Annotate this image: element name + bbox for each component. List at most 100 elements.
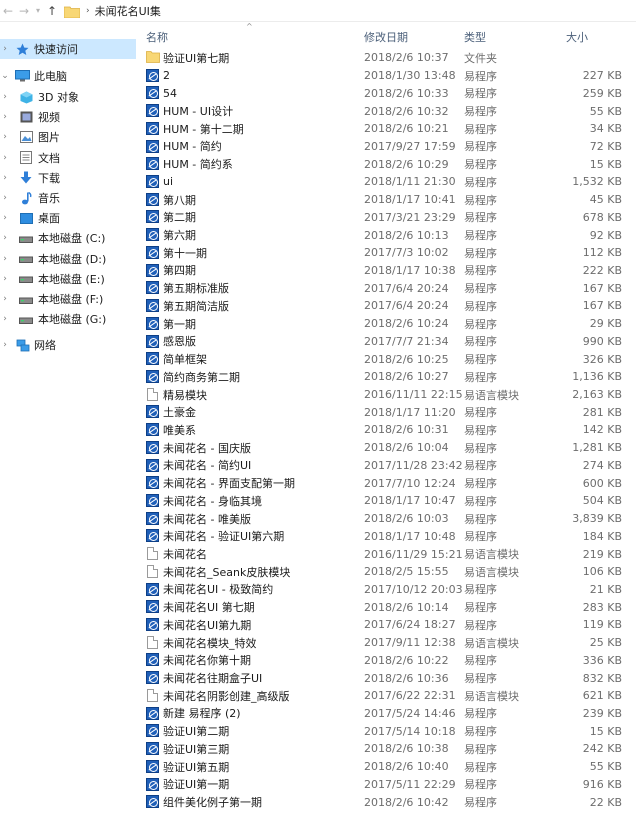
file-row[interactable]: 简单框架 2018/2/6 10:25 易程序 326 KB (140, 350, 636, 368)
chevron-right-icon[interactable]: › (0, 132, 10, 142)
file-date: 2018/2/6 10:04 (364, 441, 449, 455)
nav-item-4[interactable]: › 下载 (0, 168, 60, 188)
file-row[interactable]: 未闻花名_Seank皮肤模块 2018/2/5 15:55 易语言模块 106 KB (140, 563, 636, 581)
breadcrumb-current[interactable]: 未闻花名UI集 (95, 3, 161, 19)
chevron-down-icon[interactable]: ⌄ (0, 71, 10, 81)
file-date: 2018/2/6 10:37 (364, 51, 449, 65)
file-row[interactable]: 第八期 2018/1/17 10:41 易程序 45 KB (140, 191, 636, 209)
file-type: 易程序 (464, 158, 497, 172)
chevron-right-icon[interactable]: › (0, 193, 10, 203)
file-row[interactable]: 第一期 2018/2/6 10:24 易程序 29 KB (140, 315, 636, 333)
nav-item-label: 本地磁盘 (G:) (38, 313, 107, 327)
file-row[interactable]: 第四期 2018/1/17 10:38 易程序 222 KB (140, 262, 636, 280)
file-row[interactable]: 未闻花名阴影创建_高级版 2017/6/22 22:31 易语言模块 621 KB (140, 687, 636, 705)
nav-item-5[interactable]: › 音乐 (0, 188, 60, 208)
file-row[interactable]: 未闻花名 - 身临其境 2018/1/17 10:47 易程序 504 KB (140, 492, 636, 510)
file-date: 2018/2/6 10:36 (364, 671, 449, 685)
file-date: 2018/2/6 10:31 (364, 423, 449, 437)
file-date: 2018/1/17 10:48 (364, 529, 456, 543)
file-row[interactable]: 验证UI第二期 2017/5/14 10:18 易程序 15 KB (140, 722, 636, 740)
e-program-file-icon (146, 175, 159, 189)
nav-item-9[interactable]: › 本地磁盘 (E:) (0, 269, 105, 289)
file-row[interactable]: 第六期 2018/2/6 10:13 易程序 92 KB (140, 226, 636, 244)
file-row[interactable]: 第十一期 2017/7/3 10:02 易程序 112 KB (140, 244, 636, 262)
nav-item-11[interactable]: › 本地磁盘 (G:) (0, 309, 106, 329)
file-row[interactable]: 验证UI第五期 2018/2/6 10:40 易程序 55 KB (140, 758, 636, 776)
file-name: 精易模块 (163, 388, 207, 402)
nav-item-1[interactable]: › 视频 (0, 107, 60, 127)
chevron-right-icon[interactable]: › (0, 274, 10, 284)
file-type: 易程序 (464, 477, 497, 491)
file-row[interactable]: HUM - 第十二期 2018/2/6 10:21 易程序 34 KB (140, 120, 636, 138)
file-type: 易程序 (464, 618, 497, 632)
forward-button[interactable]: → (16, 0, 32, 22)
file-row[interactable]: 未闻花名 - 唯美版 2018/2/6 10:03 易程序 3,839 KB (140, 510, 636, 528)
up-button[interactable]: ↑ (44, 0, 60, 22)
chevron-right-icon[interactable]: › (0, 173, 10, 183)
file-size: 281 KB (582, 405, 622, 419)
file-row[interactable]: 未闻花名 - 验证UI第六期 2018/1/17 10:48 易程序 184 KB (140, 527, 636, 545)
chevron-right-icon[interactable]: › (0, 92, 10, 102)
file-row[interactable]: 未闻花名往期盒子UI 2018/2/6 10:36 易程序 832 KB (140, 669, 636, 687)
chevron-right-icon[interactable]: › (0, 294, 10, 304)
file-row[interactable]: 未闻花名UI - 极致简约 2017/10/12 20:03 易程序 21 KB (140, 581, 636, 599)
column-header-name[interactable]: 名称 (146, 26, 168, 48)
file-row[interactable]: 未闻花名 - 国庆版 2018/2/6 10:04 易程序 1,281 KB (140, 439, 636, 457)
file-row[interactable]: 第二期 2017/3/21 23:29 易程序 678 KB (140, 208, 636, 226)
file-row[interactable]: 54 2018/2/6 10:33 易程序 259 KB (140, 84, 636, 102)
column-header-type[interactable]: 类型 (464, 26, 486, 48)
file-row[interactable]: ui 2018/1/11 21:30 易程序 1,532 KB (140, 173, 636, 191)
file-row[interactable]: 新建 易程序 (2) 2017/5/24 14:46 易程序 239 KB (140, 705, 636, 723)
column-header-date[interactable]: 修改日期 (364, 26, 408, 48)
file-type: 易程序 (464, 654, 497, 668)
nav-item-7[interactable]: › 本地磁盘 (C:) (0, 228, 105, 248)
chevron-right-icon[interactable]: › (0, 112, 10, 122)
file-row[interactable]: 精易模块 2016/11/11 22:15 易语言模块 2,163 KB (140, 386, 636, 404)
nav-this-pc[interactable]: ⌄ 此电脑 (0, 66, 67, 86)
file-row[interactable]: 组件美化例子第一期 2018/2/6 10:42 易程序 22 KB (140, 793, 636, 811)
file-row[interactable]: 未闻花名UI 第七期 2018/2/6 10:14 易程序 283 KB (140, 598, 636, 616)
file-row[interactable]: 第五期简洁版 2017/6/4 20:24 易程序 167 KB (140, 297, 636, 315)
file-row[interactable]: 验证UI第七期 2018/2/6 10:37 文件夹 (140, 49, 636, 67)
e-program-file-icon (146, 139, 159, 153)
file-row[interactable]: HUM - 简约 2017/9/27 17:59 易程序 72 KB (140, 138, 636, 156)
e-program-file-icon (146, 68, 159, 82)
file-row[interactable]: 唯美系 2018/2/6 10:31 易程序 142 KB (140, 421, 636, 439)
file-row[interactable]: 第五期标准版 2017/6/4 20:24 易程序 167 KB (140, 279, 636, 297)
file-row[interactable]: HUM - UI设计 2018/2/6 10:32 易程序 55 KB (140, 102, 636, 120)
chevron-right-icon[interactable]: › (0, 233, 10, 243)
recent-locations-button[interactable]: ▾ (32, 0, 44, 22)
nav-item-0[interactable]: › 3D 对象 (0, 87, 79, 107)
chevron-right-icon[interactable]: › (0, 213, 10, 223)
back-button[interactable]: ← (0, 0, 16, 22)
file-row[interactable]: 验证UI第一期 2017/5/11 22:29 易程序 916 KB (140, 776, 636, 794)
file-row[interactable]: 未闻花名 - 界面支配第一期 2017/7/10 12:24 易程序 600 KB (140, 474, 636, 492)
file-name: 第五期简洁版 (163, 299, 229, 313)
file-row[interactable]: 感恩版 2017/7/7 21:34 易程序 990 KB (140, 333, 636, 351)
chevron-right-icon[interactable]: › (0, 314, 10, 324)
nav-item-2[interactable]: › 图片 (0, 127, 60, 147)
chevron-right-icon[interactable]: › (0, 44, 10, 54)
file-row[interactable]: 未闻花名UI第九期 2017/6/24 18:27 易程序 119 KB (140, 616, 636, 634)
file-date: 2018/2/6 10:27 (364, 370, 449, 384)
nav-network[interactable]: › 网络 (0, 335, 56, 355)
file-row[interactable]: 2 2018/1/30 13:48 易程序 227 KB (140, 67, 636, 85)
nav-quick-access[interactable]: › 快速访问 (0, 39, 136, 59)
column-header-size[interactable]: 大小 (566, 26, 588, 48)
file-row[interactable]: 未闻花名模块_特效 2017/9/11 12:38 易语言模块 25 KB (140, 634, 636, 652)
nav-item-8[interactable]: › 本地磁盘 (D:) (0, 249, 106, 269)
chevron-right-icon[interactable]: › (0, 254, 10, 264)
file-row[interactable]: 验证UI第三期 2018/2/6 10:38 易程序 242 KB (140, 740, 636, 758)
file-row[interactable]: HUM - 简约系 2018/2/6 10:29 易程序 15 KB (140, 155, 636, 173)
nav-item-6[interactable]: › 桌面 (0, 208, 60, 228)
file-row[interactable]: 土豪金 2018/1/17 11:20 易程序 281 KB (140, 403, 636, 421)
file-type: 易程序 (464, 299, 497, 313)
chevron-right-icon[interactable]: › (0, 153, 10, 163)
file-row[interactable]: 未闻花名你第十期 2018/2/6 10:22 易程序 336 KB (140, 651, 636, 669)
file-row[interactable]: 简约商务第二期 2018/2/6 10:27 易程序 1,136 KB (140, 368, 636, 386)
chevron-right-icon[interactable]: › (0, 340, 10, 350)
nav-item-10[interactable]: › 本地磁盘 (F:) (0, 289, 103, 309)
file-row[interactable]: 未闻花名 - 简约UI 2017/11/28 23:42 易程序 274 KB (140, 457, 636, 475)
file-row[interactable]: 未闻花名 2016/11/29 15:21 易语言模块 219 KB (140, 545, 636, 563)
nav-item-3[interactable]: › 文档 (0, 148, 60, 168)
